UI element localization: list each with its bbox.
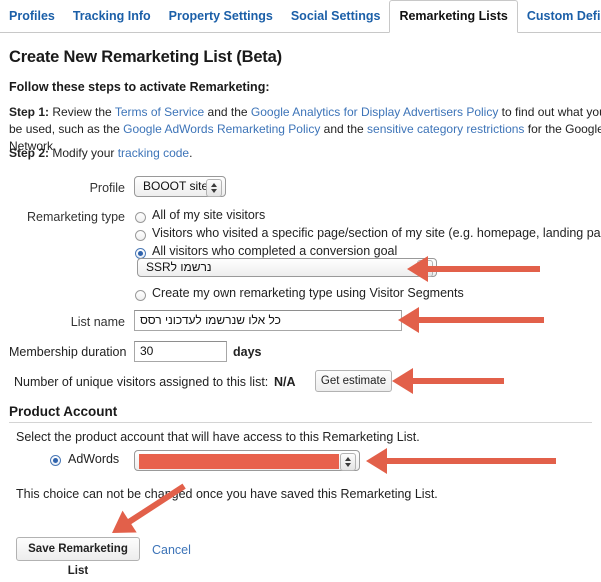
page-subtitle: Follow these steps to activate Remarketi… xyxy=(9,80,270,94)
membership-duration-input[interactable]: 30 xyxy=(134,341,227,362)
unique-visitors-value: N/A xyxy=(274,375,296,389)
adwords-value-redaction xyxy=(139,454,339,469)
arrow-shaft xyxy=(410,378,504,384)
terms-of-service-link[interactable]: Terms of Service xyxy=(115,105,204,119)
tab-property-settings[interactable]: Property Settings xyxy=(160,0,282,33)
profile-label: Profile xyxy=(89,181,125,195)
get-estimate-button[interactable]: Get estimate xyxy=(315,370,392,392)
tracking-code-link[interactable]: tracking code xyxy=(118,146,189,160)
annotation-arrow-adwords xyxy=(366,448,556,474)
step-2-paragraph: Step 2: Modify your tracking code. xyxy=(9,145,601,162)
arrow-shaft xyxy=(384,458,556,464)
step-1-text-b: and the xyxy=(204,105,251,119)
tab-profiles[interactable]: Profiles xyxy=(0,0,64,33)
remarketing-type-label: Remarketing type xyxy=(27,210,125,224)
adwords-remarketing-policy-link[interactable]: Google AdWords Remarketing Policy xyxy=(123,122,320,136)
annotation-arrow-goal-dropdown xyxy=(407,256,540,282)
section-divider xyxy=(9,422,592,423)
step-2-text-b: . xyxy=(189,146,193,160)
step-2-text-a: Modify your xyxy=(49,146,118,160)
tab-social-settings[interactable]: Social Settings xyxy=(282,0,390,33)
cancel-button[interactable]: Cancel xyxy=(152,543,191,557)
adwords-label: AdWords xyxy=(68,452,120,466)
radio-visitor-segments[interactable] xyxy=(135,290,146,301)
membership-duration-value: 30 xyxy=(140,344,154,358)
property-tab-bar: Profiles Tracking Info Property Settings So… xyxy=(0,0,601,33)
radio-label-conversion-goal[interactable]: All visitors who completed a conversion … xyxy=(152,244,397,258)
profile-select[interactable]: BOOOT site xyxy=(134,176,226,197)
list-name-input[interactable]: כל אלו שנרשמו לעדכוני רסס xyxy=(134,310,402,331)
arrow-shaft xyxy=(416,317,544,323)
product-account-note: This choice can not be changed once you … xyxy=(16,487,438,501)
remarketing-list-page: Profiles Tracking Info Property Settings So… xyxy=(0,0,601,577)
step-2-label: Step 2: xyxy=(9,146,50,160)
arrow-head xyxy=(392,368,413,394)
annotation-arrow-get-estimate xyxy=(392,368,504,394)
step-1-text-e: and the xyxy=(320,122,368,136)
radio-label-specific-page[interactable]: Visitors who visited a specific page/sec… xyxy=(152,226,601,240)
step-1-text-d: used, such as the xyxy=(25,122,124,136)
list-name-value: כל אלו שנרשמו לעדכוני רסס xyxy=(140,313,281,327)
days-label: days xyxy=(233,345,262,359)
radio-label-visitor-segments[interactable]: Create my own remarketing type using Vis… xyxy=(152,286,464,300)
step-1-text-a: Review the xyxy=(49,105,115,119)
membership-duration-label: Membership duration xyxy=(9,345,127,359)
chevron-updown-icon xyxy=(206,179,222,197)
sensitive-category-restrictions-link[interactable]: sensitive category restrictions xyxy=(367,122,524,136)
arrow-shaft xyxy=(425,266,540,272)
page-title: Create New Remarketing List (Beta) xyxy=(9,48,282,66)
tab-custom-definitions[interactable]: Custom Definitions xyxy=(518,0,601,33)
profile-select-value: BOOOT site xyxy=(143,179,209,193)
step-1-label: Step 1: xyxy=(9,105,50,119)
list-name-label: List name xyxy=(70,315,125,329)
arrow-head xyxy=(407,256,428,282)
arrow-head xyxy=(398,307,419,333)
radio-adwords[interactable] xyxy=(50,455,61,466)
chevron-updown-icon xyxy=(340,453,356,471)
radio-label-all-site-visitors[interactable]: All of my site visitors xyxy=(152,208,265,222)
unique-visitors-label: Number of unique visitors assigned to th… xyxy=(14,375,269,389)
annotation-arrow-save-button xyxy=(104,475,191,544)
tab-remarketing-lists[interactable]: Remarketing Lists xyxy=(389,0,518,33)
arrow-head xyxy=(366,448,387,474)
annotation-arrow-list-name xyxy=(398,307,544,333)
display-advertisers-policy-link[interactable]: Google Analytics for Display Advertisers… xyxy=(251,105,498,119)
goal-dropdown[interactable]: נרשמו לRSS xyxy=(137,258,437,277)
product-account-heading: Product Account xyxy=(9,404,118,419)
adwords-dropdown[interactable] xyxy=(134,450,360,471)
tab-tracking-info[interactable]: Tracking Info xyxy=(64,0,160,33)
goal-dropdown-value: נרשמו לRSS xyxy=(146,260,212,274)
radio-all-site-visitors[interactable] xyxy=(135,212,146,223)
product-account-description: Select the product account that will hav… xyxy=(16,430,420,444)
radio-specific-page[interactable] xyxy=(135,230,146,241)
